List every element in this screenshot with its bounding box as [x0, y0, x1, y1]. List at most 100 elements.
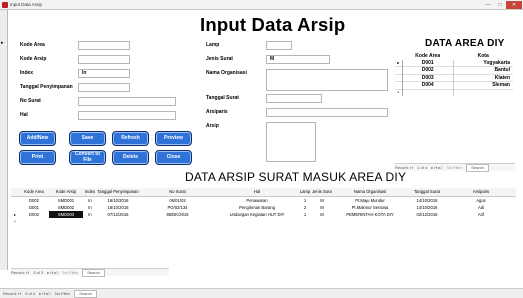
new-record-row[interactable]: *	[11, 218, 516, 225]
close-window-button[interactable]: ✕	[506, 1, 522, 9]
print-button[interactable]: Print	[19, 150, 56, 165]
cell-hal[interactable]: Penawaran	[216, 197, 298, 205]
cell-index[interactable]: In	[83, 197, 97, 205]
area-row[interactable]: D003 Klaten	[395, 73, 513, 82]
lamp-field[interactable]	[266, 41, 292, 50]
cell-tanggal-penyimpanan[interactable]: 07/12/2016	[97, 211, 139, 218]
area-kode[interactable]: D001	[402, 59, 454, 67]
jenis-surat-field[interactable]: M	[266, 55, 330, 64]
new-record-row[interactable]: *	[395, 88, 513, 96]
cell-lamp[interactable]: 1	[298, 211, 312, 218]
cell-jenis-surat[interactable]: M	[312, 204, 332, 211]
refresh-button[interactable]: Refresh	[112, 131, 149, 146]
cell-kode-arsip[interactable]: SMD003	[49, 211, 83, 218]
area-row[interactable]: D002 Bantul	[395, 66, 513, 74]
preview-button[interactable]: Preview	[155, 131, 192, 146]
col-nama-organisasi[interactable]: Nama Organisasi	[332, 188, 408, 197]
nama-organisasi-field[interactable]	[266, 69, 388, 91]
area-row[interactable]: D004 Sleman	[395, 81, 513, 89]
nav-search-input[interactable]: Search	[82, 269, 105, 277]
cell-index[interactable]: In	[83, 211, 97, 218]
cell-kode-arsip[interactable]: SMD001	[49, 197, 83, 205]
kode-arsip-field[interactable]	[78, 55, 130, 64]
cell-no-surat[interactable]: 06/01/02	[139, 197, 216, 205]
cell-arsiparis[interactable]: Arif	[446, 211, 516, 218]
kode-area-field[interactable]	[78, 41, 130, 50]
tanggal-surat-field[interactable]	[266, 94, 322, 103]
cell-tanggal-surat[interactable]: 14/10/2016	[408, 197, 446, 205]
cell-jenis-surat[interactable]: M	[312, 197, 332, 205]
tanggal-penyimpanan-field[interactable]	[78, 83, 130, 92]
nav-filter-indicator[interactable]: No Filter	[447, 165, 462, 170]
cell-tanggal-surat[interactable]: 14/10/2016	[408, 204, 446, 211]
cell-arsiparis[interactable]: Agus	[446, 197, 516, 205]
table-row[interactable]: ▸ D002 SMD003 In 07/12/2016 68/DK/2016 U…	[11, 211, 516, 218]
nav-position[interactable]: 1 of 4	[417, 165, 427, 170]
cell-lamp[interactable]: 1	[298, 197, 312, 205]
table-row[interactable]: D002 SMD001 In 16/10/2016 06/01/02 Penaw…	[11, 197, 516, 205]
nav-controls[interactable]: ▸ H ▸□	[39, 291, 51, 296]
area-kota[interactable]: Bantul	[453, 66, 513, 74]
horizontal-scrollbar[interactable]	[372, 268, 492, 273]
index-field[interactable]: In	[78, 69, 130, 78]
add-new-button[interactable]: Add/New	[19, 131, 56, 146]
save-button[interactable]: Save	[69, 131, 106, 146]
hal-field[interactable]	[78, 111, 176, 120]
cell-kode-arsip[interactable]: SMD002	[49, 204, 83, 211]
col-no-surat[interactable]: No Surat	[139, 188, 216, 197]
col-lamp[interactable]: Lamp	[298, 188, 312, 197]
record-selector[interactable]: ▸	[0, 10, 8, 270]
cell-nama-organisasi[interactable]: PEMERINTAH KOTA DIY	[332, 211, 408, 218]
cell-hal[interactable]: Undangan Kegiatan HUT DIY	[216, 211, 298, 218]
cell-arsiparis[interactable]: Adi	[446, 204, 516, 211]
close-form-button[interactable]: Close	[155, 150, 192, 165]
cell-no-surat[interactable]: 68/DK/2016	[139, 211, 216, 218]
kode-arsip-label: Kode Arsip	[20, 56, 47, 62]
cell-index[interactable]: In	[83, 204, 97, 211]
area-kota[interactable]: Sleman	[453, 81, 513, 89]
cell-hal[interactable]: Pengiriman Barang	[216, 204, 298, 211]
no-surat-field[interactable]	[78, 97, 176, 106]
cell-tanggal-penyimpanan[interactable]: 16/10/2016	[97, 197, 139, 205]
col-tanggal-surat[interactable]: Tanggal Surat	[408, 188, 446, 197]
area-kode[interactable]: D003	[402, 73, 454, 82]
cell-kode-area[interactable]: D002	[19, 197, 49, 205]
col-kode-area[interactable]: Kode Area	[19, 188, 49, 197]
cell-tanggal-penyimpanan[interactable]: 18/10/2016	[97, 204, 139, 211]
cell-lamp[interactable]: 2	[298, 204, 312, 211]
col-arsiparis[interactable]: Arsiparis	[446, 188, 516, 197]
minimize-button[interactable]: —	[482, 1, 494, 9]
nav-search-input[interactable]: Search	[74, 290, 97, 298]
nav-filter-indicator[interactable]: No Filter	[55, 291, 70, 296]
convert-to-file-button[interactable]: Convert to File	[69, 150, 106, 165]
col-hal[interactable]: Hal	[216, 188, 298, 197]
cell-tanggal-surat[interactable]: 02/12/2016	[408, 211, 446, 218]
cell-kode-area[interactable]: D001	[19, 204, 49, 211]
nav-position[interactable]: 3 of 3	[33, 270, 43, 275]
nav-controls[interactable]: ▸ H ▸□	[431, 165, 443, 170]
delete-button[interactable]: Delete	[112, 150, 149, 165]
arsip-attachment-field[interactable]	[266, 122, 316, 162]
current-record-arrow-icon: ▸	[1, 40, 4, 46]
area-row[interactable]: ▸ D001 Yogyakarta	[395, 59, 513, 67]
col-tanggal-penyimpanan[interactable]: Tanggal Penyimpanan	[97, 188, 139, 197]
area-kota[interactable]: Yogyakarta	[453, 60, 513, 67]
col-jenis-surat[interactable]: Jenis Surat	[312, 188, 332, 197]
area-kode[interactable]: D002	[402, 66, 454, 74]
nav-filter-indicator[interactable]: No Filter	[63, 270, 78, 275]
cell-no-surat[interactable]: PO/02/134	[139, 204, 216, 211]
arsiparis-field[interactable]	[266, 108, 388, 117]
area-kota[interactable]: Klaten	[453, 73, 513, 82]
cell-jenis-surat[interactable]: M	[312, 211, 332, 218]
table-row[interactable]: D001 SMD002 In 18/10/2016 PO/02/134 Peng…	[11, 204, 516, 211]
cell-kode-area[interactable]: D002	[19, 211, 49, 218]
cell-nama-organisasi[interactable]: Pt.Makmur Sentosa	[332, 204, 408, 211]
col-index[interactable]: Index	[83, 188, 97, 197]
nav-controls[interactable]: ▸ H ▸□	[47, 270, 59, 275]
area-kode[interactable]: D004	[402, 81, 454, 89]
col-kode-arsip[interactable]: Kode Arsip	[49, 188, 83, 197]
maximize-button[interactable]: □	[494, 1, 506, 9]
nav-position[interactable]: 4 of 4	[25, 291, 35, 296]
nav-search-input[interactable]: Search	[466, 164, 489, 172]
cell-nama-organisasi[interactable]: Pt.Maju Mundur	[332, 197, 408, 205]
